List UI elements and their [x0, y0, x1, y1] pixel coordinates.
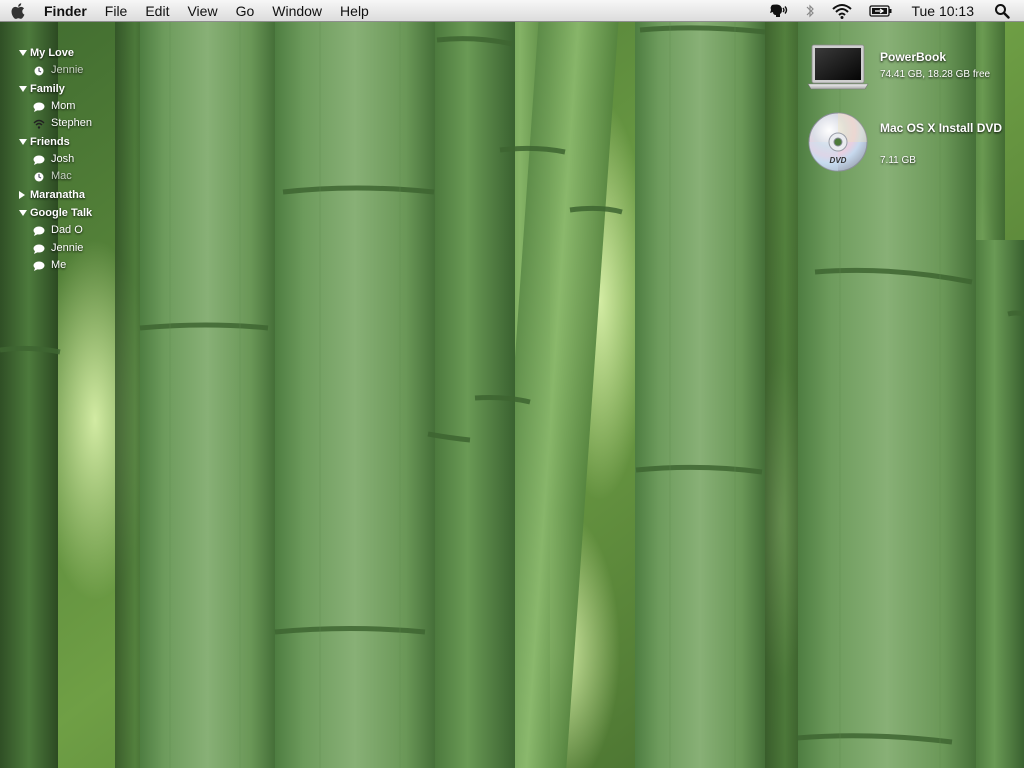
buddy-item[interactable]: Jennie	[18, 240, 128, 258]
menu-edit[interactable]: Edit	[136, 0, 178, 22]
group-name: My Love	[30, 47, 75, 59]
menu-window[interactable]: Window	[263, 0, 331, 22]
buddy-name: Mom	[51, 99, 76, 112]
buddy-item[interactable]: Dad O	[18, 222, 128, 240]
buddy-item[interactable]: Jennie	[18, 62, 128, 80]
group-name: Friends	[30, 135, 70, 148]
spotlight-icon[interactable]	[986, 0, 1024, 22]
disclosure-triangle-icon[interactable]	[19, 190, 25, 199]
buddy-item[interactable]: Mac	[18, 168, 128, 186]
menubar-clock[interactable]: Tue 10:13	[901, 0, 986, 22]
group-header-google-talk[interactable]: Google Talk	[18, 204, 128, 222]
bluetooth-icon[interactable]	[797, 0, 823, 22]
group-name: Google Talk	[30, 206, 93, 219]
buddy-item[interactable]: Mom	[18, 98, 128, 116]
buddy-item[interactable]: Stephen	[18, 115, 128, 133]
apple-menu-icon[interactable]	[0, 0, 36, 22]
buddy-list-widget: My Love Jennie Family Mom Stephen Friend…	[18, 44, 128, 275]
disclosure-triangle-icon[interactable]	[19, 85, 27, 92]
install-dvd-label[interactable]: Mac OS X Install DVD	[880, 121, 1010, 136]
chat-bubble-icon	[33, 155, 45, 165]
buddy-name: Josh	[51, 152, 75, 165]
chat-bubble-icon	[33, 226, 45, 236]
disclosure-triangle-icon[interactable]	[19, 50, 27, 56]
buddy-name: Stephen	[51, 117, 92, 130]
group-header-maranatha[interactable]: Maranatha	[18, 186, 128, 204]
group-header-friends[interactable]: Friends	[18, 133, 128, 151]
buddy-item[interactable]: Me	[18, 257, 128, 275]
group-name: Maranatha	[30, 188, 86, 201]
powerbook-disk-icon[interactable]	[806, 34, 870, 98]
wifi-status-icon	[33, 119, 45, 129]
buddy-name: Dad O	[51, 223, 83, 236]
install-dvd-disk-icon[interactable]: DVD	[806, 110, 870, 174]
chat-bubble-icon	[33, 261, 45, 272]
powerbook-info: 74.41 GB, 18.28 GB free	[880, 69, 991, 80]
menu-help[interactable]: Help	[331, 0, 378, 22]
group-header-my-love[interactable]: My Love	[18, 44, 128, 62]
buddy-name: Jennie	[51, 64, 84, 76]
desktop-wallpaper	[0, 0, 1024, 768]
group-header-family[interactable]: Family	[18, 80, 128, 98]
buddy-name: Me	[51, 259, 67, 272]
speech-icon[interactable]	[761, 0, 797, 22]
powerbook-label[interactable]: PowerBook	[880, 50, 1010, 65]
menu-go[interactable]: Go	[227, 0, 264, 22]
dvd-icon: DVD	[808, 112, 868, 172]
away-status-icon	[34, 172, 44, 182]
group-name: Family	[30, 82, 65, 95]
menu-bar: Finder File Edit View Go Window Help Tue…	[0, 0, 1024, 22]
menu-file[interactable]: File	[96, 0, 137, 22]
away-status-icon	[34, 66, 44, 76]
disclosure-triangle-icon[interactable]	[19, 138, 27, 145]
wifi-icon[interactable]	[823, 0, 861, 22]
laptop-icon	[807, 44, 869, 90]
chat-bubble-icon	[33, 102, 45, 112]
buddy-name: Mac	[51, 170, 72, 183]
chat-bubble-icon	[33, 244, 45, 254]
disclosure-triangle-icon[interactable]	[19, 209, 27, 216]
install-dvd-info: 7.11 GB	[880, 155, 916, 166]
svg-text:DVD: DVD	[830, 156, 847, 165]
battery-icon[interactable]	[861, 0, 901, 22]
menu-view[interactable]: View	[178, 0, 226, 22]
buddy-name: Jennie	[51, 241, 84, 254]
menu-finder[interactable]: Finder	[36, 0, 96, 22]
buddy-item[interactable]: Josh	[18, 151, 128, 169]
